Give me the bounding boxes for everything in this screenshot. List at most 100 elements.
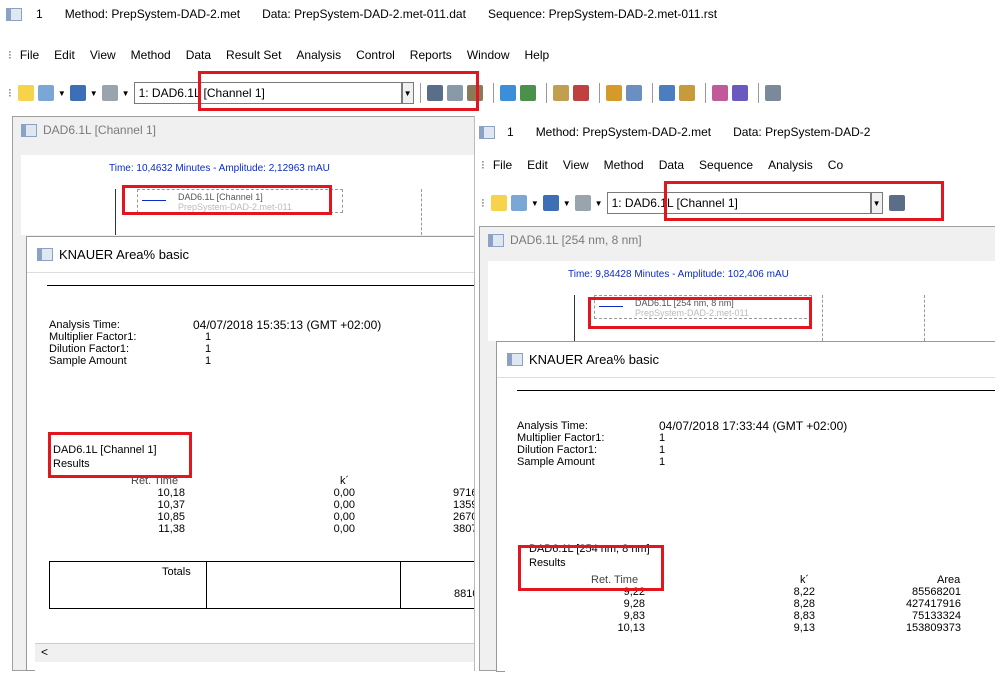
menu-result-set[interactable]: Result Set [226,48,281,62]
left-doc-title[interactable]: DAD6.1L [Channel 1] [13,117,481,143]
function-2-icon[interactable] [572,85,589,101]
open-icon[interactable] [37,85,54,101]
function-icon[interactable] [552,85,569,101]
window-index: 1 [36,7,43,21]
legend-subtext: PrepSystem-DAD-2.met-011 [178,202,292,212]
scroll-left-icon[interactable]: < [41,645,48,659]
right-menu-edit[interactable]: Edit [527,158,548,172]
edit-method-icon[interactable] [605,85,622,101]
right-multiplier-label: Multiplier Factor1: [517,432,605,444]
right-menu-file[interactable]: File [493,158,512,172]
right-report-rule [517,390,995,391]
right-toolbar-grip: ⁝ [481,196,485,210]
right-report-title[interactable]: KNAUER Area% basic [497,342,995,378]
menu-help[interactable]: Help [525,48,550,62]
menu-view[interactable]: View [90,48,116,62]
left-row-3-k: 0,00 [333,511,355,523]
channel-combo-value: 1: DAD6.1L [Channel 1] [138,86,265,100]
right-save-icon[interactable] [542,195,559,211]
paste-icon[interactable] [466,85,483,101]
menu-analysis[interactable]: Analysis [296,48,341,62]
right-menu-co[interactable]: Co [828,158,843,172]
left-chart-axis [115,189,116,235]
left-report-rule [47,285,479,286]
menu-control[interactable]: Control [356,48,395,62]
sequence-label: Sequence: PrepSystem-DAD-2.met-011.rst [487,7,718,21]
integrate-icon[interactable] [499,85,516,101]
right-channel-combo[interactable]: 1: DAD6.1L [Channel 1] [606,192,871,214]
right-legend-text: DAD6.1L [254 nm, 8 nm] [635,298,734,308]
right-new-icon[interactable] [490,195,507,211]
right-report-title-text: KNAUER Area% basic [529,352,660,367]
copy-icon[interactable] [446,85,463,101]
right-channel-combo-arrow-icon[interactable]: ▼ [870,192,883,214]
left-chart-area[interactable]: Time: 10,4632 Minutes - Amplitude: 2,129… [21,155,483,235]
left-totals-label: Totals [162,566,191,578]
right-doc-icon [488,233,504,247]
left-report-body: Analysis Time: 04/07/2018 15:35:13 (GMT … [35,273,479,672]
menu-data[interactable]: Data [186,48,211,62]
left-row-2-k: 0,00 [333,499,355,511]
edit-table-icon[interactable] [625,85,642,101]
print-icon[interactable] [101,85,118,101]
left-report-title-text: KNAUER Area% basic [59,247,190,262]
menu-edit[interactable]: Edit [54,48,75,62]
right-menu-view[interactable]: View [563,158,589,172]
right-analysis-time-value: 04/07/2018 17:33:44 (GMT +02:00) [659,419,848,433]
right-print-icon[interactable] [574,195,591,211]
legend-text: DAD6.1L [Channel 1] [178,192,263,202]
left-report-title[interactable]: KNAUER Area% basic [27,237,477,273]
new-icon[interactable] [17,85,34,101]
right-dilution-label: Dilution Factor1: [517,444,598,456]
right-row-3-area: 75133324 [912,610,961,622]
print-dropdown-icon[interactable]: ▼ [122,89,130,98]
channel-combo-arrow-icon[interactable]: ▼ [401,82,414,104]
peak-icon[interactable] [711,85,728,101]
right-toolbar: ⁝ ▼ ▼ ▼ 1: DAD6.1L [Channel 1] ▼ [475,190,995,216]
save-dropdown-icon[interactable]: ▼ [90,89,98,98]
left-totals-divider-2 [400,562,401,608]
right-report-window: KNAUER Area% basic Analysis Time: 04/07/… [496,341,995,673]
right-app-icon [479,125,495,139]
chart-edit-icon[interactable] [678,85,695,101]
right-report-body: Analysis Time: 04/07/2018 17:33:44 (GMT … [505,378,995,673]
menu-reports[interactable]: Reports [410,48,452,62]
right-row-2-area: 427417916 [905,598,961,610]
right-method-label: Method: PrepSystem-DAD-2.met [535,125,712,139]
menu-method[interactable]: Method [131,48,171,62]
right-chart-axis [574,295,575,341]
right-mdi-area: DAD6.1L [254 nm, 8 nm] Time: 9,84428 Min… [479,226,995,673]
right-row-1-k: 8,22 [793,586,815,598]
left-row-4-ret: 11,38 [158,523,185,535]
left-sample-label: Sample Amount [49,355,127,367]
left-report-hscrollbar[interactable]: < [35,643,479,662]
toolbar-separator-3 [545,83,547,103]
zoom-icon[interactable] [764,85,781,101]
right-chart-area[interactable]: Time: 9,84428 Minutes - Amplitude: 102,4… [488,261,995,341]
menu-file[interactable]: File [20,48,39,62]
right-menu-data[interactable]: Data [659,158,684,172]
right-results-title: DAD6.1L [254 nm, 8 nm] Results [529,543,650,569]
data-label: Data: PrepSystem-DAD-2.met-011.dat [262,7,466,21]
toolbar-separator-4 [598,83,600,103]
right-menu-method[interactable]: Method [604,158,644,172]
overlay-icon[interactable] [519,85,536,101]
right-window: 1 Method: PrepSystem-DAD-2.met Data: Pre… [474,116,995,673]
chart-icon[interactable] [658,85,675,101]
channel-combo[interactable]: 1: DAD6.1L [Channel 1] [133,82,402,104]
menu-window[interactable]: Window [467,48,510,62]
open-dropdown-icon[interactable]: ▼ [58,89,66,98]
right-print-dropdown-icon[interactable]: ▼ [595,199,603,208]
right-open-dropdown-icon[interactable]: ▼ [531,199,539,208]
right-menu-sequence[interactable]: Sequence [699,158,753,172]
right-open-icon[interactable] [510,195,527,211]
left-dilution-label: Dilution Factor1: [49,343,130,355]
peak-2-icon[interactable] [731,85,748,101]
right-cut-icon[interactable] [888,195,905,211]
right-save-dropdown-icon[interactable]: ▼ [563,199,571,208]
right-doc-title[interactable]: DAD6.1L [254 nm, 8 nm] [480,227,995,253]
right-menu-analysis[interactable]: Analysis [768,158,813,172]
left-chart-legend: DAD6.1L [Channel 1] PrepSystem-DAD-2.met… [137,189,343,213]
cut-icon[interactable] [426,85,443,101]
save-icon[interactable] [69,85,86,101]
